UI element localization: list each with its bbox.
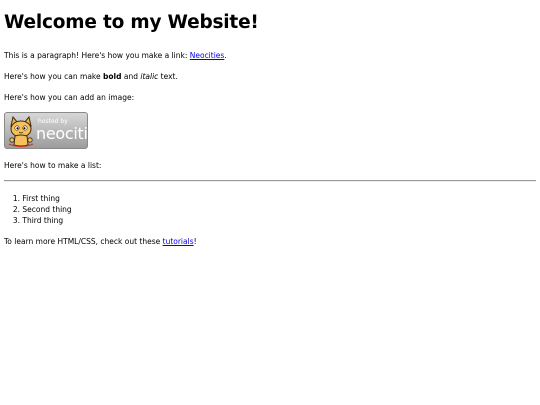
paragraph-formatting-middle: and [121,72,141,81]
list-item-number: 2. [12,205,20,214]
paragraph-list-intro: Here's how to make a list: [4,161,102,170]
tutorials-link[interactable]: tutorials [163,237,194,246]
paragraph-learn-suffix: ! [193,237,197,246]
list-item-number: 3. [12,216,20,225]
ordered-list: 1. First thing 2. Second thing 3. Third … [4,193,72,226]
list-item: 2. Second thing [4,204,72,215]
paragraph-link: This is a paragraph! Here's how you make… [4,50,227,61]
list-item-text: Third thing [22,216,64,225]
paragraph-link-suffix: . [224,51,227,60]
italic-text: italic [140,72,159,81]
badge-big-text: neocities [36,124,88,143]
horizontal-divider [4,180,536,182]
paragraph-formatting-suffix: text. [158,72,178,81]
paragraph-learn-more: To learn more HTML/CSS, check out these … [4,236,197,247]
paragraph-formatting-prefix: Here's how you can make [4,72,103,81]
list-item-text: First thing [22,194,60,203]
paragraph-link-prefix: This is a paragraph! Here's how you make… [4,51,190,60]
list-item: 1. First thing [4,193,72,204]
paragraph-formatting: Here's how you can make bold and italic … [4,71,178,82]
page: Welcome to my Website! This is a paragra… [0,0,540,405]
paragraph-learn-prefix: To learn more HTML/CSS, check out these [4,237,163,246]
neocities-cat-icon [8,115,34,148]
hosted-by-neocities-badge: hosted by neocities [4,112,88,149]
list-item-text: Second thing [22,205,72,214]
bold-text: bold [103,72,122,81]
page-title: Welcome to my Website! [4,12,259,33]
paragraph-image: Here's how you can add an image: [4,93,135,102]
neocities-link[interactable]: Neocities [190,51,225,60]
list-item: 3. Third thing [4,215,72,226]
list-item-number: 1. [12,194,20,203]
